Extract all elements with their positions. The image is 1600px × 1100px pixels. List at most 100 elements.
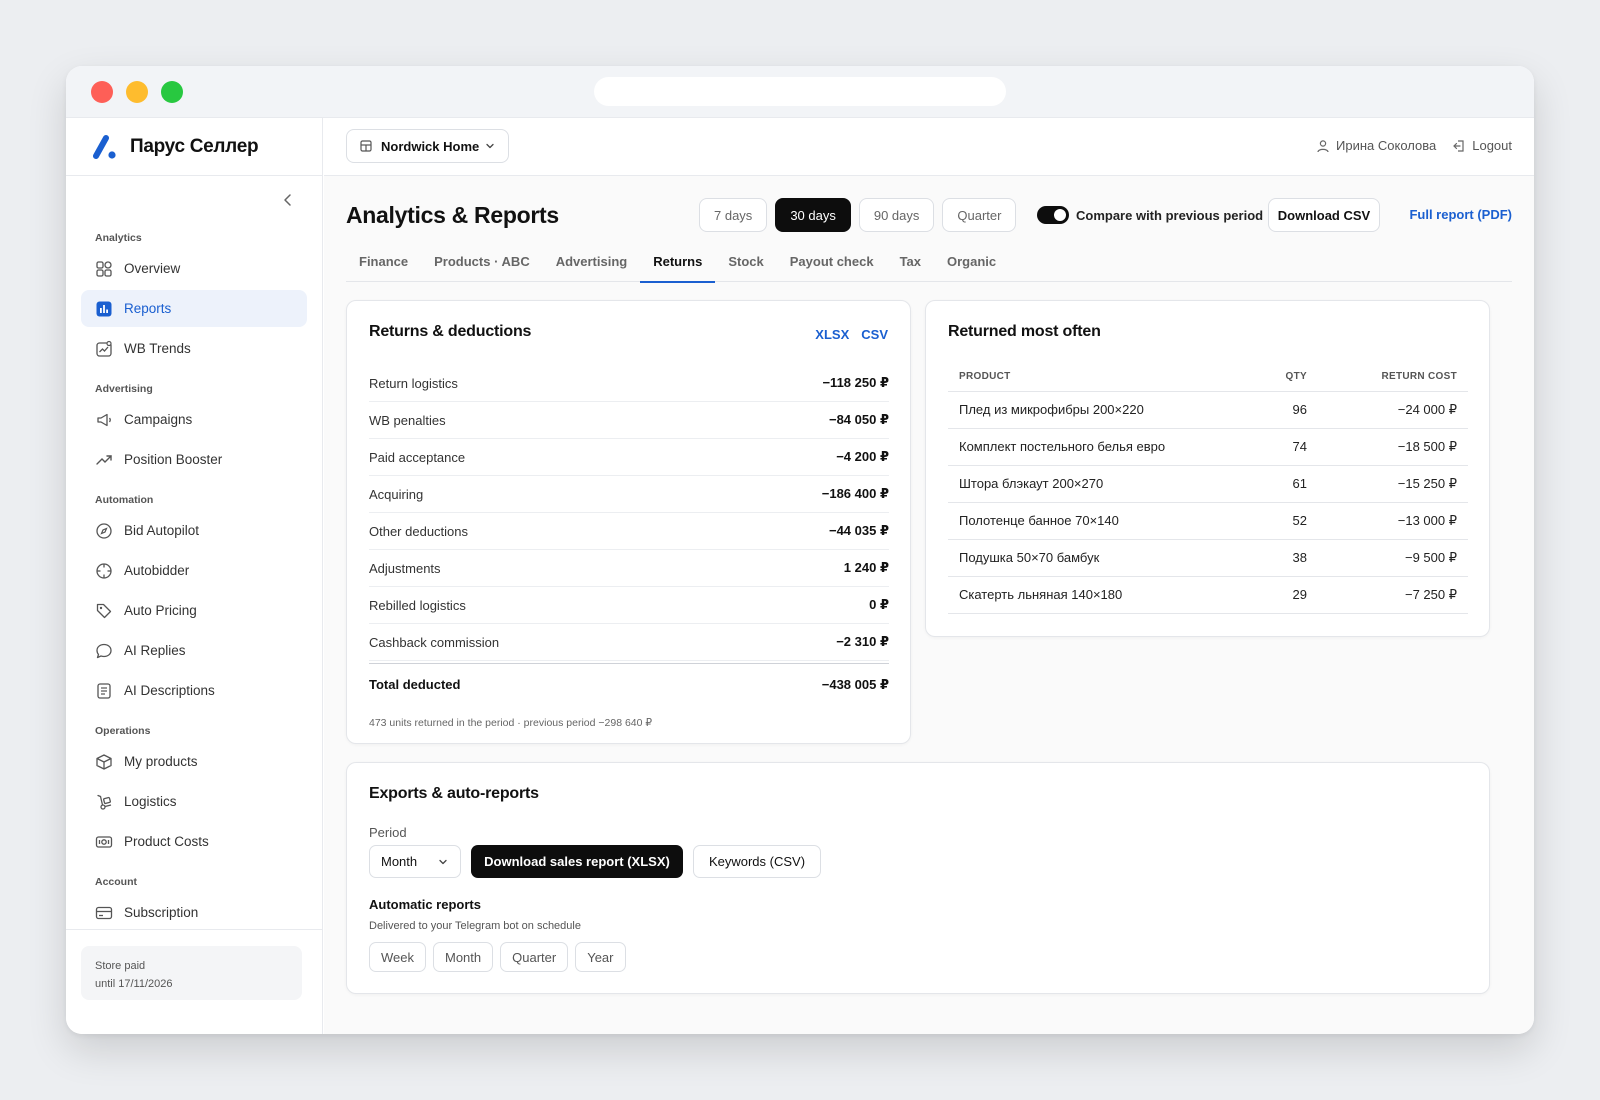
- period-select[interactable]: Month: [369, 845, 461, 878]
- sidebar-item-label: Bid Autopilot: [124, 523, 200, 538]
- range-90-days-button[interactable]: 90 days: [858, 198, 935, 232]
- sidebar-item-wb-trends[interactable]: WB Trends: [81, 330, 307, 367]
- tab-returns[interactable]: Returns: [640, 246, 716, 283]
- close-window-button[interactable]: [91, 81, 113, 103]
- deduction-value: −118 250 ₽: [822, 375, 889, 390]
- nav-section-heading: Account: [95, 876, 137, 888]
- product-cell: Полотенце банное 70×140: [948, 502, 1238, 540]
- sidebar-item-logistics[interactable]: Logistics: [81, 783, 307, 820]
- table-row[interactable]: Плед из микрофибры 200×220 96 −24 000 ₽: [948, 391, 1468, 429]
- logout-label: Logout: [1472, 138, 1512, 153]
- tab-finance[interactable]: Finance: [346, 246, 421, 282]
- sidebar-item-label: Reports: [124, 301, 172, 316]
- tab-stock[interactable]: Stock: [715, 246, 776, 282]
- table-row[interactable]: Подушка 50×70 бамбук 38 −9 500 ₽: [948, 539, 1468, 577]
- maximize-window-button[interactable]: [161, 81, 183, 103]
- sidebar-item-my-products[interactable]: My products: [81, 743, 307, 780]
- brand[interactable]: Парус Селлер: [66, 118, 322, 176]
- product-cell: Комплект постельного белья евро: [948, 428, 1238, 466]
- column-header-qty[interactable]: QTY: [1238, 363, 1318, 392]
- store-selector[interactable]: Nordwick Home: [346, 129, 509, 163]
- user-profile[interactable]: Ирина Соколова: [1316, 138, 1436, 153]
- column-header-product[interactable]: PRODUCT: [948, 363, 1238, 392]
- collapse-sidebar-button[interactable]: [278, 188, 298, 212]
- sidebar-item-overview[interactable]: Overview: [81, 250, 307, 287]
- address-bar[interactable]: [594, 77, 1006, 106]
- sidebar-item-label: Campaigns: [124, 412, 193, 427]
- table-row[interactable]: Полотенце банное 70×140 52 −13 000 ₽: [948, 502, 1468, 540]
- tab-organic[interactable]: Organic: [934, 246, 1009, 282]
- nav-section-heading: Operations: [95, 725, 151, 737]
- sidebar-item-auto-pricing[interactable]: Auto Pricing: [81, 592, 307, 629]
- minimize-window-button[interactable]: [126, 81, 148, 103]
- return-cost-cell: −15 250 ₽: [1318, 465, 1468, 503]
- schedule-quarter-chip[interactable]: Quarter: [500, 942, 569, 972]
- trend-image-icon: [95, 340, 113, 358]
- returns-card-title: Returns & deductions: [369, 323, 532, 340]
- sidebar-item-bid-autopilot[interactable]: Bid Autopilot: [81, 512, 307, 549]
- deduction-row: Acquiring −186 400 ₽: [369, 476, 889, 513]
- deduction-row: Other deductions −44 035 ₽: [369, 513, 889, 550]
- full-report-link[interactable]: Full report (PDF): [1409, 207, 1512, 222]
- range-quarter-button[interactable]: Quarter: [942, 198, 1017, 232]
- tab-tax[interactable]: Tax: [887, 246, 934, 282]
- deduction-row: Adjustments 1 240 ₽: [369, 550, 889, 587]
- table-header-row: PRODUCT QTY RETURN COST: [948, 363, 1468, 392]
- sidebar-item-label: My products: [124, 754, 198, 769]
- sidebar-item-campaigns[interactable]: Campaigns: [81, 401, 307, 438]
- sidebar-item-product-costs[interactable]: Product Costs: [81, 823, 307, 860]
- product-cell: Подушка 50×70 бамбук: [948, 539, 1238, 577]
- total-value: −438 005 ₽: [821, 676, 889, 692]
- qty-cell: 96: [1238, 391, 1318, 429]
- schedule-year-chip[interactable]: Year: [575, 942, 626, 972]
- nav-section-heading: Advertising: [95, 383, 153, 395]
- table-row[interactable]: Штора блэкаут 200×270 61 −15 250 ₽: [948, 465, 1468, 503]
- export-csv-link[interactable]: CSV: [861, 327, 888, 342]
- schedule-week-chip[interactable]: Week: [369, 942, 426, 972]
- compare-toggle[interactable]: [1037, 206, 1069, 224]
- range-7-days-button[interactable]: 7 days: [699, 198, 768, 232]
- return-cost-cell: −9 500 ₽: [1318, 539, 1468, 577]
- deductions-list: Return logistics −118 250 ₽ WB penalties −8…: [369, 365, 889, 729]
- return-cost-cell: −24 000 ₽: [1318, 391, 1468, 429]
- sidebar-item-subscription[interactable]: Subscription: [81, 894, 307, 931]
- sidebar-item-autobidder[interactable]: Autobidder: [81, 552, 307, 589]
- download-sales-report-button[interactable]: Download sales report (XLSX): [471, 845, 683, 878]
- grid-icon: [95, 260, 113, 278]
- tab-advertising[interactable]: Advertising: [543, 246, 641, 282]
- crosshair-icon: [95, 562, 113, 580]
- qty-cell: 38: [1238, 539, 1318, 577]
- sidebar-item-reports[interactable]: Reports: [81, 290, 307, 327]
- return-cost-cell: −7 250 ₽: [1318, 576, 1468, 614]
- chevron-left-icon: [284, 194, 291, 206]
- sidebar-item-position-booster[interactable]: Position Booster: [81, 441, 307, 478]
- product-cell: Плед из микрофибры 200×220: [948, 391, 1238, 429]
- total-label: Total deducted: [369, 677, 461, 692]
- table-row[interactable]: Скатерть льняная 140×180 29 −7 250 ₽: [948, 576, 1468, 614]
- sidebar-item-label: Product Costs: [124, 834, 209, 849]
- range-30-days-button[interactable]: 30 days: [775, 198, 851, 232]
- sidebar-item-label: WB Trends: [124, 341, 191, 356]
- qty-cell: 61: [1238, 465, 1318, 503]
- return-cost-cell: −13 000 ₽: [1318, 502, 1468, 540]
- export-xlsx-link[interactable]: XLSX: [815, 327, 849, 342]
- sidebar-item-label: Logistics: [124, 794, 177, 809]
- sidebar-item-ai-replies[interactable]: AI Replies: [81, 632, 307, 669]
- most-returned-table: PRODUCT QTY RETURN COST Плед из микрофиб…: [948, 363, 1468, 614]
- sidebar-item-label: Overview: [124, 261, 181, 276]
- tab-payout-check[interactable]: Payout check: [777, 246, 887, 282]
- hand-truck-icon: [95, 793, 113, 811]
- logout-icon: [1453, 139, 1464, 152]
- tab-products-abc[interactable]: Products · ABC: [421, 246, 543, 282]
- schedule-month-chip[interactable]: Month: [433, 942, 494, 972]
- deduction-value: −186 400 ₽: [821, 486, 889, 501]
- table-row[interactable]: Комплект постельного белья евро 74 −18 500…: [948, 428, 1468, 466]
- deduction-row: Paid acceptance −4 200 ₽: [369, 439, 889, 476]
- logout-button[interactable]: Logout: [1452, 138, 1512, 153]
- keywords-csv-button[interactable]: Keywords (CSV): [693, 845, 821, 878]
- deduction-row: Rebilled logistics 0 ₽: [369, 587, 889, 624]
- export-links: XLSX CSV: [803, 327, 888, 342]
- sidebar-item-ai-descriptions[interactable]: AI Descriptions: [81, 672, 307, 709]
- column-header-return-cost[interactable]: RETURN COST: [1318, 363, 1468, 392]
- download-csv-button[interactable]: Download CSV: [1268, 198, 1380, 232]
